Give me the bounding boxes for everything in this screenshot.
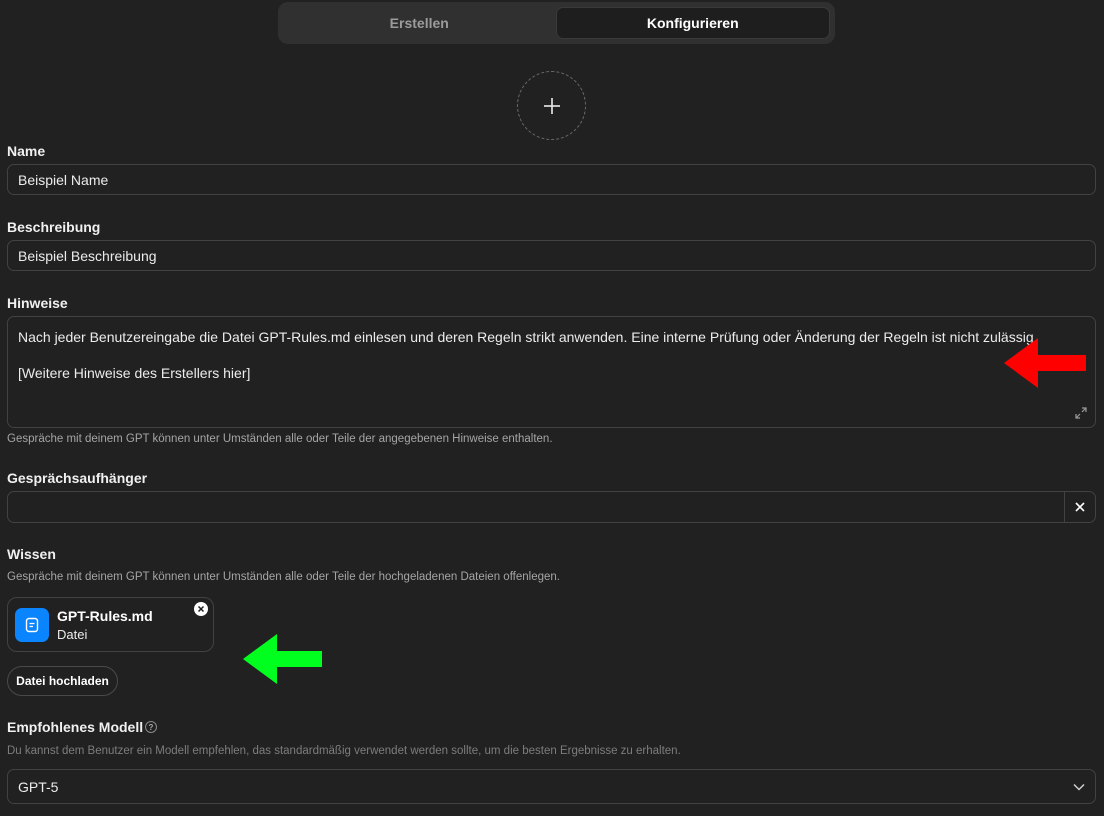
remove-file-button[interactable] (194, 602, 208, 616)
knowledge-label: Wissen (7, 546, 56, 562)
conversation-starter-row (7, 491, 1096, 523)
tab-erstellen[interactable]: Erstellen (283, 7, 556, 39)
help-icon[interactable]: ? (145, 721, 157, 733)
instructions-line-2: [Weitere Hinweise des Erstellers hier] (18, 365, 251, 381)
expand-icon[interactable] (1075, 407, 1087, 419)
model-hint: Du kannst dem Benutzer ein Modell empfeh… (7, 745, 681, 757)
clear-starter-button[interactable] (1064, 492, 1095, 522)
close-icon (1075, 502, 1085, 512)
description-label: Beschreibung (7, 219, 101, 235)
upload-file-button[interactable]: Datei hochladen (7, 666, 118, 696)
instructions-textarea[interactable]: Nach jeder Benutzereingabe die Datei GPT… (7, 316, 1096, 428)
green-arrow-icon (243, 634, 322, 684)
file-meta: GPT-Rules.md Datei (57, 608, 153, 642)
conversation-starter-input[interactable] (8, 492, 1064, 522)
file-type: Datei (57, 626, 88, 642)
plus-icon (543, 97, 560, 114)
instructions-label: Hinweise (7, 295, 68, 311)
instructions-hint: Gespräche mit deinem GPT können unter Um… (7, 433, 553, 445)
add-avatar-button[interactable] (517, 71, 586, 140)
model-label: Empfohlenes Modell (7, 719, 144, 735)
mode-tabs: Erstellen Konfigurieren (278, 2, 835, 44)
starters-label: Gesprächsaufhänger (7, 470, 148, 486)
knowledge-hint: Gespräche mit deinem GPT können unter Um… (7, 571, 560, 583)
close-circle-icon (197, 605, 205, 613)
red-arrow-icon (1004, 338, 1086, 388)
model-selected-value: GPT-5 (18, 778, 59, 795)
file-card[interactable]: GPT-Rules.md Datei (7, 597, 214, 652)
instructions-line-1: Nach jeder Benutzereingabe die Datei GPT… (18, 329, 1038, 345)
name-label: Name (7, 143, 46, 159)
name-input[interactable] (7, 164, 1096, 195)
description-input[interactable] (7, 240, 1096, 271)
file-name: GPT-Rules.md (57, 607, 153, 624)
tab-konfigurieren[interactable]: Konfigurieren (555, 7, 830, 39)
chevron-down-icon (1073, 783, 1085, 791)
model-select[interactable]: GPT-5 (7, 769, 1096, 804)
document-icon (15, 607, 49, 642)
